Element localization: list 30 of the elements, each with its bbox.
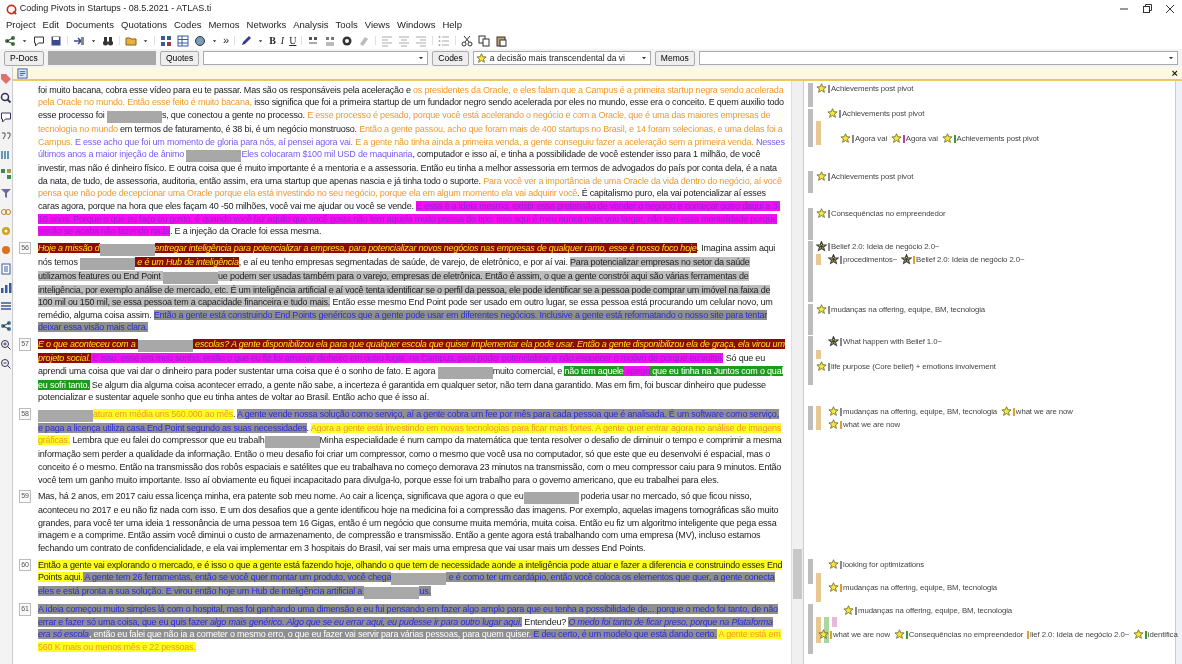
paragraph-text: Hoje a missão d entregar inteligência para potencializar a empresa, para potencializar novos negócios nas empresas de qualquer ramo, esse é nosso foco hoje. Imagina assim aqui nós temos e é um Hub de inteligência, e aí eu tenho empresas segmentadas de saúde, de varejo, de eletrônico, e por aí vai. Para potencializar empresas no setor da saúde utilizamos features ou End Point ue podem ser usadas também para o varejo, empresas de eletrônica. Então é assim, o que a gente constrói aqui são várias ferramentas de inteligência, por exemplo análise de mercado, etc. É um inteligência artificial e aí você tenta identificar se o perfil da pessoa, ele pode identificar se a pessoa pode comprar um imóvel na faixa de 100 mil ou 150 mil, se essa pessoa tem a capacidade financeira e tudo mais. Então esse mesmo End Point pode ser usado em outro lugar, se essa pessoa está procurando um celular novo, um remédio, alguma coisa assim. Então a gente está construindo End Points genéricos que a gente pode usar em diferentes negócios. Inclusive a gente está reformatando o nosso site para tentar deixar essa visão mais clara.: [37, 241, 777, 335]
format-button[interactable]: B: [269, 34, 276, 47]
navigator-button[interactable]: Codes: [432, 50, 469, 66]
menu-item[interactable]: Networks: [246, 17, 287, 33]
paragraph-text: foi muito bacana, cobra esse vídeo para eu te passar. Mas são os responsáveis pela aceleração e os presidentes da Oracle, e eles falam que a Campus é a primeira startup negra sendo acelerada pela Oracle no mundo. Então esse feito é muito bacana, isso significa que foi a primeira startup de um fundador negro sendo acelerada por eles no mundo, esse era o conceito. E quem auxilio todo esse processo foi s, que conectou a gente no processo. E esse processo é pesado, porque você está acelerando o negócio e com a Oracle, que é uma das maiores empresas de tecnologia no mundo em termos de faturamento, é 38 bi, é um negócio monstruoso. Então a gente passou, acho que foram mais de 400 startups no Brasil, e 14 foram selecionas, e uma delas foi a Campus. E esse acho que foi um momento de gloria para nós, aí pensei agora vai. E a gente não tinha ainda a primeira venda, a gente conseguiu fazer a aceleração sem a primeira venda. Nesses últimos anos a maior injeção de ânimo Eles colocaram $100 mil USD de maquinaria, computador e isso aí, e tinha a possibilidade de você estender isso para 1 milhão, de você investir, mas não é dinheiro físico. E outra coisa que é muito importante é a mentoria e a assessoria. Então eu tinha a melhor assessoria em termos de advogados do país por conta dela, é a nata da nata, de tudo, de assessoria, auditoria, então assim, era uma startup que apenas nascia e já tinha todo o suporte. Para você ver a importância de uma Oracle da vida dentro do negócio, aí você pensa que não pode decepcionar uma Oracle porque ela está investindo no seu negócio, porque ela em algum momento ela vai adquirir você. É capitalismo puro, ela vai potencializar aí esses caras agora, porque na hora que eles façam 40 -50 milhões, você vai me ajudar ou você se vende. E essa é a ideia mesmo, existir essa pretensão de vender o negócio e começar outro daqui a 3-10 anos. Porque o que eu faço ou gosto, é quando você faz aquilo que você gosta não tem aquela muito pressa do tipo: isso aqui é meu nunca mais vou largar, não tem essa mentalidade porque senão se acaba não fazendo nada. E a injeção da Oracle foi essa mesma.: [37, 83, 785, 238]
paragraph-text: Mas, há 2 anos, em 2017 caiu essa licença minha, era patente sob meu nome. Ao cair a licença, significava que agora o que eu poderia usar no mercado, só que ficou nisso, aconteceu no 2017 e eu não fiz nada com isso. E um dos desafios que a gente identificou hoje na medicina foi a compressão das imagens. Por exemplo, aquelas imagens tomográficas são muito grandes, para você ter uma ideia 1 ressonância de uma pessoa tem 16 Gigas, então é um negócio que consume muita memória, muita coisa. Então eu fiz um algoritmo inteligente que pega essa imagem e a comprime. Então assim você diminui o custo de armazenamento, de compressão e transmissão. Então a gente agora está trabalhando com uma empresa (MV), incluso estamos fechando um contrato de confidencialidade, e ela vai implementar em 3 hospitais do Brasil, vai ser mais uma empresa que vai usar mais um desses End Points.: [37, 490, 780, 555]
format-button[interactable]: U: [289, 34, 297, 47]
dropdown-value: a decisão mais transcendental da vi: [489, 51, 625, 65]
dropdown-field[interactable]: a decisão mais transcendental da vi: [472, 51, 651, 65]
menu-item[interactable]: Quotations: [121, 17, 167, 33]
menu-item[interactable]: Tools: [335, 17, 358, 33]
navigator-button[interactable]: P-Docs: [4, 50, 44, 66]
menu-item[interactable]: Memos: [208, 17, 240, 33]
close-button[interactable]: ×: [1171, 67, 1178, 79]
menu-item[interactable]: Analysis: [293, 17, 329, 33]
paragraph-text: A ideia começou muito simples lá com o hospital, mas foi ganhando uma dimensão e eu fui pensando em fazer algo amplo para que eu tenha a possibilidade de... porque o medo foi tanto, de não errar e fazer só uma coisa, que eu quis fazer algo mais genérico. Algo que se eu errar aqui, eu pudesse ir para outro lugar aqui. Entendeu? O medo foi tanto de ficar preso, porque na Plataforma era só escola, então eu falei que não ia a cometer o mesmo erro, o que eu fazer vai servir para várias pessoas, para quem quiser. E deu certo, é um modelo que está dando certo. A gente está em 560 K mais ou menos mês e 22 pessoas.: [37, 603, 782, 654]
menu-item[interactable]: Documents: [65, 17, 114, 33]
paragraph-text: atura em média uns 560.000 ao mês. A gente vende nossa solução como serviço, aí a gente cobra um fee por mês para cada pessoa que é analisada. É um software como serviço, e paga a licença utiliza casa End Point segundo as suas necessidades. Agora a gente está investindo em novas tecnologias para ficar mais fortes. A gente quer entrar agora no análise de imagens gráficas. Lembra que eu falei do compressor que eu trabalh Minha especialidade é num campo da matemática que tenta resolver o desafio de diminuir o tempo e comprimir a mesma informação sem perder a qualidade da informação. Então o meu desafio foi criar um compressor, como o mesmo que você usa no computador, só que este que eu desenvolvi é espacial, mas o conceito é o mesmo. Então na transmissão dos robôs espaciais e satélites que eu trabalhava no começo demorava 23 minutos na transmissão, com o meu compressor caiu para 9 minutos. Então você tem um ganho muito importante. Isso aí obviamente eu fiquei incapacitado para divulga-lo, porque esse foi um trabalho para o governo americano, que eu trabalhei para eles.: [37, 407, 783, 487]
toolbar-overflow[interactable]: »: [223, 32, 230, 49]
menu-item[interactable]: Help: [442, 17, 462, 33]
menu-item[interactable]: Edit: [42, 17, 59, 33]
navigator-button[interactable]: Memos: [654, 50, 695, 66]
format-button[interactable]: I: [280, 34, 285, 47]
navigator-button[interactable]: Quotes: [159, 50, 200, 66]
window-title: Coding Pivots in Startups - 08.5.2021 - ATLAS.ti: [19, 2, 212, 16]
menu-item[interactable]: Views: [364, 17, 390, 33]
menu-item[interactable]: Windows: [396, 17, 436, 33]
menu-item[interactable]: Codes: [173, 17, 202, 33]
paragraph-text: E o que aconteceu com a escolas? A gente disponibilizou ela para que qualquer escola que quiser implementar ela pode usar. Então a gente disponibilizou ela de graça, ela virou um projeto social. E isso, esse era meu sonho, então o que eu fiz foi arrumar dinheiro em outro lugar, na Campus, para poder potencializar e não esquecer o motivo de porque eu voltei. Só que eu aprendi uma coisa que vai dar o dinheiro para poder sustentar uma coisa que é o sonho de fato. E agora muito comercial, e não tem aquele apego que eu tinha na Juntos com o qual eu sofri tanto. Se algum dia alguma coisa acontecer errado, a gente não sabe, a incerteza é garantida em qualquer setor, não tem dana garantido. Mas em fim, foi buscar dinheiro que pudesse potencializar e sustentar aquele sonho que eu tinha antes de voltar ao Brasil. Então acho que é isso aí.: [37, 338, 785, 404]
menu-item[interactable]: Project: [6, 17, 36, 33]
